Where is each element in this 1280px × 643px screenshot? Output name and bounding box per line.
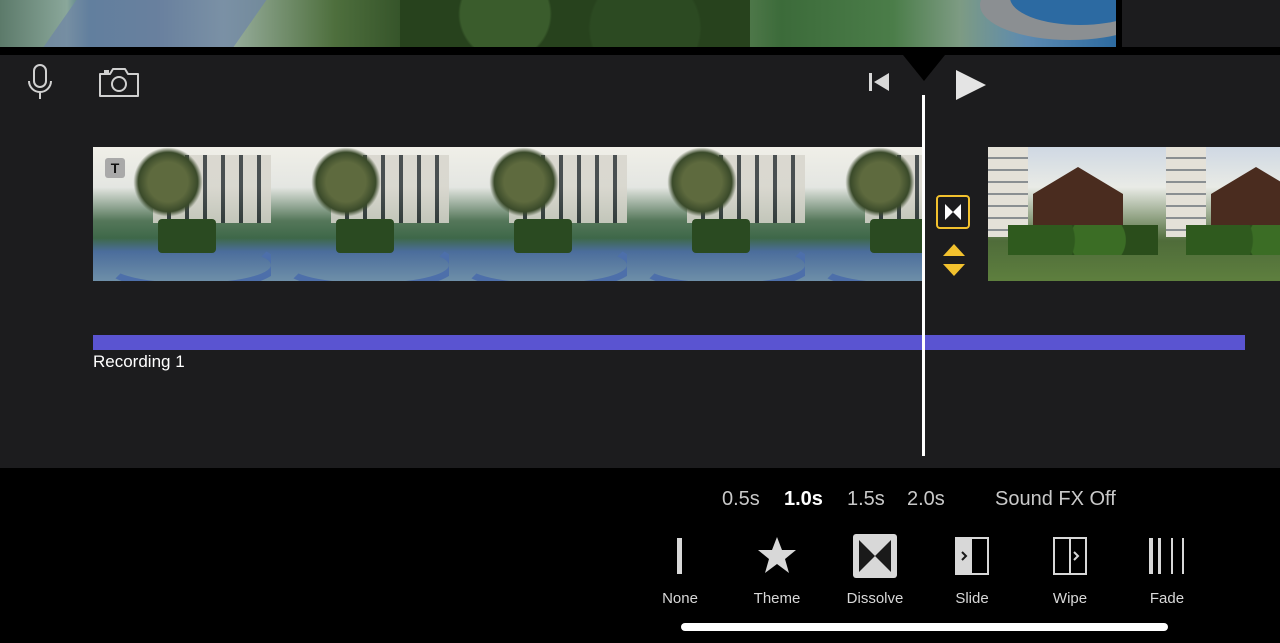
- preview-bush: [400, 0, 750, 47]
- duration-option-2-0s[interactable]: 2.0s: [907, 488, 945, 511]
- playhead-marker: [903, 55, 945, 81]
- clip-thumbnail: [271, 147, 449, 281]
- skip-to-start-icon[interactable]: [868, 71, 890, 93]
- transition-label-wipe: Wipe: [1052, 590, 1088, 607]
- duration-option-1-0s[interactable]: 1.0s: [784, 488, 823, 511]
- play-icon[interactable]: [954, 68, 988, 102]
- preview-path: [43, 0, 267, 47]
- video-clip-2[interactable]: [988, 147, 1280, 281]
- preview-side-panel: [1122, 0, 1280, 47]
- dissolve-transition-icon[interactable]: [936, 195, 970, 229]
- title-text-icon[interactable]: T: [105, 158, 125, 178]
- transition-label-theme: Theme: [753, 590, 801, 607]
- star-icon[interactable]: [747, 533, 807, 579]
- transition-label-slide: Slide: [955, 590, 989, 607]
- sound-fx-toggle[interactable]: Sound FX Off: [995, 488, 1116, 511]
- duration-option-0-5s[interactable]: 0.5s: [722, 488, 760, 511]
- audio-clip-label: Recording 1: [93, 352, 185, 371]
- clip-thumbnail: [988, 147, 1166, 281]
- home-indicator[interactable]: [681, 623, 1168, 631]
- camera-icon[interactable]: [98, 66, 140, 98]
- clip-thumbnail: [627, 147, 805, 281]
- clip-thumbnail: [449, 147, 627, 281]
- playhead[interactable]: [922, 95, 925, 456]
- transition-label-none: None: [662, 590, 698, 607]
- clip-thumbnail: [1166, 147, 1280, 281]
- none-transition-icon[interactable]: [650, 533, 710, 579]
- transition-label-dissolve: Dissolve: [846, 590, 904, 607]
- audio-clip-bar[interactable]: [93, 335, 1245, 350]
- clip-thumbnail: [805, 147, 922, 281]
- duration-option-1-5s[interactable]: 1.5s: [847, 488, 885, 511]
- dissolve-icon[interactable]: [845, 533, 905, 579]
- slide-icon[interactable]: [942, 533, 1002, 579]
- up-down-arrows-icon[interactable]: [942, 243, 966, 277]
- video-clip-1[interactable]: [93, 147, 922, 281]
- video-preview[interactable]: [0, 0, 1116, 47]
- wipe-icon[interactable]: [1040, 533, 1100, 579]
- transition-label-fade: Fade: [1149, 590, 1185, 607]
- microphone-icon[interactable]: [26, 64, 54, 100]
- fade-icon[interactable]: [1137, 533, 1197, 579]
